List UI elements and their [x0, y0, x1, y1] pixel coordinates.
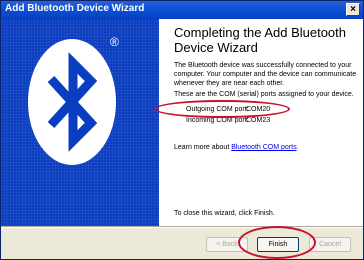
side-panel: ®	[1, 19, 159, 226]
bluetooth-icon	[28, 39, 116, 165]
learn-more-suffix: .	[296, 144, 299, 151]
ports-intro: These are the COM (serial) ports assigne…	[174, 91, 354, 98]
window-title: Add Bluetooth Device Wizard	[5, 3, 145, 14]
incoming-port-label: Incoming COM port:	[186, 117, 249, 124]
outgoing-port-label: Outgoing COM port:	[186, 106, 249, 113]
bluetooth-com-ports-link[interactable]: Bluetooth COM ports	[231, 144, 296, 151]
finish-button[interactable]: Finish	[257, 237, 299, 252]
close-icon: ×	[350, 4, 356, 15]
success-message: The Bluetooth device was successfully co…	[174, 62, 357, 87]
cancel-button[interactable]: Cancel	[309, 237, 351, 252]
learn-more-prefix: Learn more about	[174, 144, 232, 151]
wizard-content: ® Completing the Add Bluetooth Device Wi…	[1, 19, 363, 226]
registered-mark: ®	[110, 35, 119, 49]
learn-more-line: Learn more about Bluetooth COM ports.	[174, 144, 299, 151]
incoming-port-value: COM23	[246, 117, 271, 124]
outgoing-port-row: Outgoing COM port: COM20	[186, 106, 270, 113]
back-button[interactable]: < Back	[206, 237, 248, 252]
page-title: Completing the Add Bluetooth Device Wiza…	[174, 25, 347, 55]
wizard-window: Add Bluetooth Device Wizard × ® Completi…	[0, 0, 364, 260]
incoming-port-row: Incoming COM port: COM23	[186, 117, 270, 124]
close-instruction: To close this wizard, click Finish.	[174, 210, 275, 217]
button-separator	[1, 226, 363, 228]
outgoing-port-value: COM20	[246, 106, 271, 113]
close-button[interactable]: ×	[346, 3, 360, 16]
title-bar[interactable]: Add Bluetooth Device Wizard ×	[1, 1, 363, 19]
